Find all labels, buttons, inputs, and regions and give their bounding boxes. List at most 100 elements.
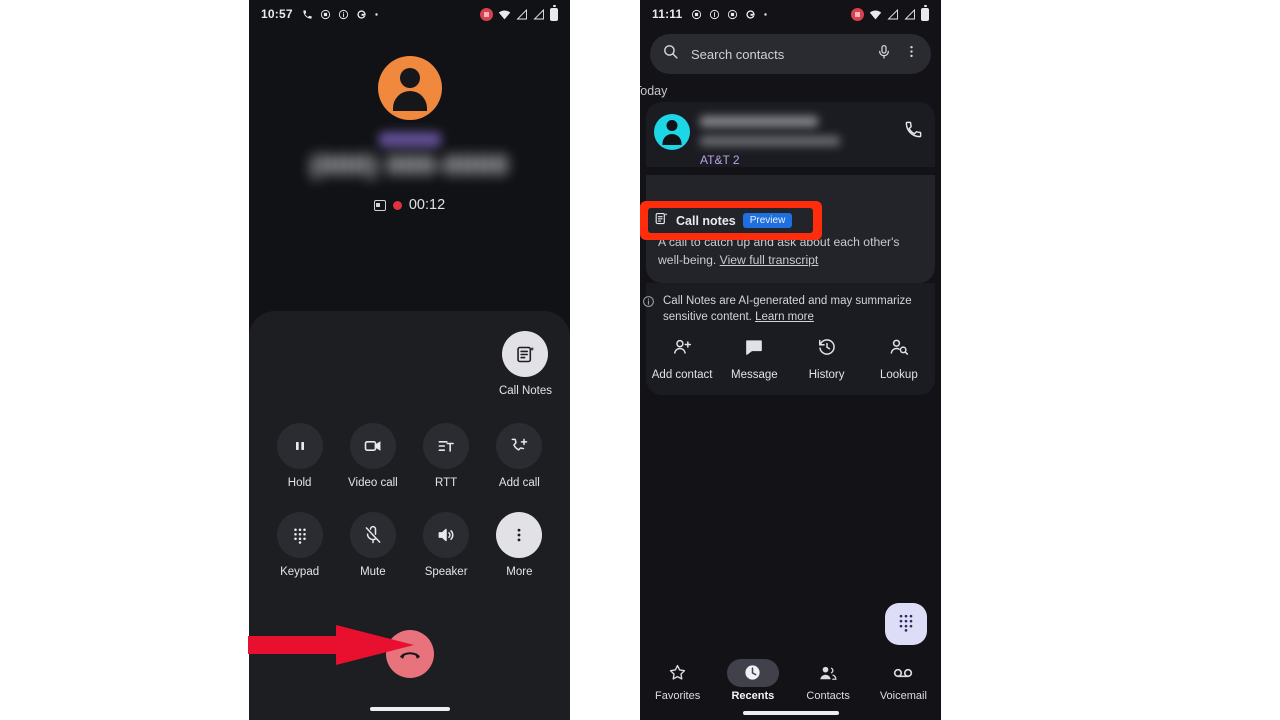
signal-2-icon	[533, 8, 545, 20]
view-full-transcript-link[interactable]: View full transcript	[720, 253, 819, 267]
add-call-button[interactable]: Add call	[483, 423, 556, 489]
hold-button[interactable]: Hold	[263, 423, 336, 489]
learn-more-link[interactable]: Learn more	[755, 311, 814, 323]
message-action[interactable]: Message	[718, 337, 790, 381]
recent-call-text: AT&T 2	[700, 114, 894, 167]
call-notes-label: Call Notes	[498, 385, 552, 397]
video-camera-icon[interactable]	[349, 423, 396, 469]
quick-actions-row: Add contact Message History Lookup	[646, 325, 935, 395]
more-label: More	[506, 566, 533, 578]
google-g-icon	[356, 9, 367, 20]
record-circle-icon	[691, 9, 702, 20]
speaker-icon[interactable]	[423, 512, 470, 558]
microphone-icon[interactable]	[876, 44, 892, 65]
red-record-dot	[392, 200, 402, 210]
end-call-button[interactable]	[385, 630, 434, 678]
dialpad-icon	[896, 612, 916, 637]
bottom-navigation: Favorites Recents Contacts Voicemail	[640, 652, 941, 708]
add-call-icon[interactable]	[496, 423, 543, 469]
dialpad-fab-button[interactable]	[885, 603, 927, 645]
message-icon[interactable]	[744, 337, 764, 362]
person-avatar-icon	[377, 56, 442, 120]
add-contact-action[interactable]: Add contact	[646, 337, 718, 381]
speaker-label: Speaker	[424, 566, 468, 578]
more-vertical-icon[interactable]	[496, 512, 543, 558]
call-controls-panel: Call Notes Hold Video call RTT Add call …	[249, 311, 570, 720]
recent-call-row[interactable]: AT&T 2	[654, 114, 923, 167]
recent-contact-name-redacted	[700, 116, 818, 127]
left-status-bar: 10:57	[249, 0, 570, 28]
ai-disclaimer-row: Call Notes are AI-generated and may summ…	[643, 283, 935, 325]
right-status-bar-right	[851, 5, 929, 21]
nav-item-recents[interactable]: Recents	[715, 658, 790, 702]
nav-label-contacts: Contacts	[806, 689, 850, 702]
more-button[interactable]: More	[483, 512, 556, 578]
search-bar[interactable]: Search contacts	[650, 34, 931, 74]
lookup-action[interactable]: Lookup	[863, 337, 935, 381]
hold-label: Hold	[287, 477, 312, 489]
microphone-off-icon[interactable]	[349, 512, 396, 558]
more-vertical-icon[interactable]	[904, 44, 919, 64]
info-circle-icon	[642, 293, 656, 313]
call-control-grid: Hold Video call RTT Add call Keypad Mute…	[249, 397, 570, 578]
mute-button[interactable]: Mute	[336, 512, 409, 578]
people-icon[interactable]	[802, 659, 854, 687]
call-header: (000) 000-0000 00:12	[249, 28, 570, 311]
video-call-label: Video call	[348, 477, 398, 489]
keypad-button[interactable]: Keypad	[263, 512, 336, 578]
status-bar-time: 10:57	[261, 7, 293, 21]
video-call-button[interactable]: Video call	[336, 423, 409, 489]
signal-1-icon	[887, 8, 899, 20]
person-search-icon[interactable]	[889, 337, 909, 362]
call-back-button[interactable]	[904, 114, 923, 144]
add-person-icon[interactable]	[672, 337, 692, 362]
recent-call-card[interactable]: AT&T 2	[646, 102, 935, 167]
nav-label-favorites: Favorites	[655, 689, 701, 702]
keypad-label: Keypad	[280, 566, 320, 578]
mute-label: Mute	[360, 566, 386, 578]
recent-contact-subtitle-redacted	[700, 136, 840, 146]
record-circle-icon	[320, 9, 331, 20]
call-notes-icon[interactable]	[502, 331, 549, 377]
preview-badge: Preview	[742, 213, 793, 228]
left-status-bar-right	[480, 5, 558, 21]
dot-icon	[763, 12, 768, 17]
voicemail-icon[interactable]	[877, 659, 929, 687]
home-indicator	[742, 711, 839, 715]
call-notes-title: Call notes	[676, 213, 736, 228]
battery-icon	[921, 5, 929, 21]
lookup-label: Lookup	[880, 369, 918, 381]
call-duration: 00:12	[408, 197, 446, 213]
call-recording-icon	[373, 199, 386, 211]
rtt-button[interactable]: RTT	[410, 423, 483, 489]
recent-carrier-label: AT&T 2	[700, 153, 740, 167]
callee-number-redacted: (000) 000-0000	[310, 150, 509, 180]
nav-item-favorites[interactable]: Favorites	[640, 659, 715, 702]
dot-icon	[374, 12, 379, 17]
wifi-icon	[498, 9, 511, 20]
nav-item-voicemail[interactable]: Voicemail	[866, 659, 941, 702]
add-contact-label: Add contact	[651, 369, 713, 381]
history-label: History	[808, 369, 845, 381]
ai-disclaimer-text: Call Notes are AI-generated and may summ…	[663, 293, 923, 325]
signal-2-icon	[904, 8, 916, 20]
clock-icon[interactable]	[726, 658, 779, 687]
google-g-icon	[745, 9, 756, 20]
call-notes-header[interactable]: Call notes Preview	[648, 208, 813, 233]
dialpad-icon[interactable]	[276, 512, 323, 558]
search-input-placeholder[interactable]: Search contacts	[691, 47, 864, 62]
history-icon[interactable]	[817, 337, 837, 362]
star-icon[interactable]	[652, 659, 704, 687]
add-call-label: Add call	[498, 477, 540, 489]
history-action[interactable]: History	[791, 337, 863, 381]
call-notes-button[interactable]: Call Notes	[499, 331, 552, 397]
record-circle-icon	[727, 9, 738, 20]
pause-icon[interactable]	[276, 423, 323, 469]
left-status-bar-left: 10:57	[261, 7, 379, 21]
info-circle-icon	[709, 9, 720, 20]
signal-1-icon	[516, 8, 528, 20]
rtt-text-icon[interactable]	[423, 423, 470, 469]
nav-item-contacts[interactable]: Contacts	[791, 659, 866, 702]
status-bar-time: 11:11	[652, 7, 683, 21]
speaker-button[interactable]: Speaker	[410, 512, 483, 578]
